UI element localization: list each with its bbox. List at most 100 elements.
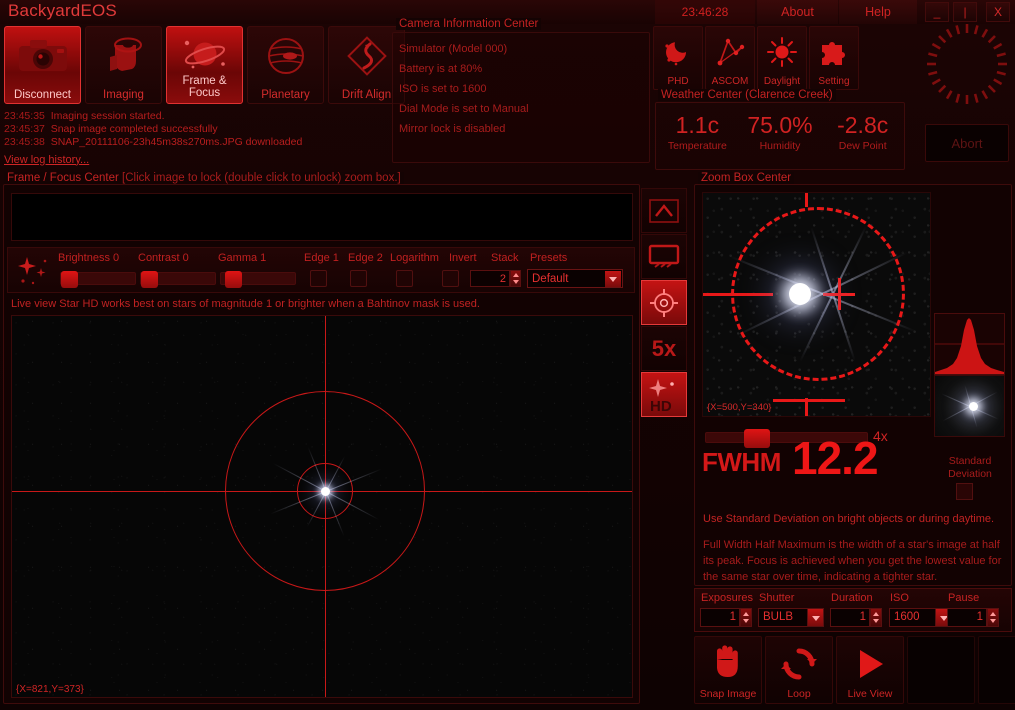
nav-label: Disconnect xyxy=(5,89,80,101)
zoom-box-title: Zoom Box Center xyxy=(698,172,794,184)
tool-ascom[interactable]: ASCOM xyxy=(705,26,755,90)
menu-help[interactable]: Help xyxy=(839,0,917,24)
brightness-slider[interactable] xyxy=(60,272,136,285)
fwhm-value: 12.2 xyxy=(792,431,878,485)
weather-cell-dewpoint: -2.8c Dew Point xyxy=(821,112,904,152)
slider-thumb[interactable] xyxy=(744,429,770,448)
chevron-up-box-icon[interactable] xyxy=(641,188,687,233)
action-label: Live View xyxy=(837,688,903,700)
logarithm-label: Logarithm xyxy=(390,252,439,264)
logarithm-checkbox[interactable] xyxy=(396,270,413,287)
frame-focus-panel: Brightness 0 Contrast 0 Gamma 1 Edge 1 E… xyxy=(3,184,640,704)
edge1-checkbox[interactable] xyxy=(310,270,327,287)
log-entry: 23:45:35 Imaging session started. xyxy=(4,110,384,123)
abort-button[interactable]: Abort xyxy=(925,124,1009,162)
loop-button[interactable]: Loop xyxy=(765,636,833,704)
action-slot-empty-2[interactable] xyxy=(978,636,1015,704)
star-profile-histogram xyxy=(934,313,1005,375)
live-view-preview[interactable]: {X=821,Y=373} xyxy=(11,315,633,698)
app-title: BackyardEOS xyxy=(8,1,117,21)
stack-stepper[interactable] xyxy=(510,270,521,287)
thumb-star xyxy=(969,402,978,411)
nav-planetary[interactable]: Planetary xyxy=(247,26,324,104)
weather-label: Dew Point xyxy=(821,140,904,152)
slider-thumb[interactable] xyxy=(61,271,78,288)
gamma-slider[interactable] xyxy=(220,272,296,285)
log-area: 23:45:35 Imaging session started. 23:45:… xyxy=(4,110,384,168)
puzzle-piece-icon xyxy=(810,32,858,72)
play-triangle-icon xyxy=(837,643,903,685)
std-dev-line2: Deviation xyxy=(948,468,992,480)
zoom-crosshair-top xyxy=(805,193,808,207)
weather-cell-temperature: 1.1c Temperature xyxy=(656,112,739,152)
minimize-button[interactable]: _ xyxy=(925,2,949,22)
chevron-down-icon[interactable] xyxy=(605,271,621,287)
action-label: Loop xyxy=(766,688,832,700)
jupiter-icon xyxy=(248,33,323,79)
nav-disconnect[interactable]: Disconnect xyxy=(4,26,81,104)
stack-input[interactable]: 2 xyxy=(470,270,510,287)
duration-input[interactable]: 1 xyxy=(830,608,870,627)
log-text: Snap image completed successfully xyxy=(51,123,218,135)
star-hd-icon[interactable]: HD xyxy=(641,372,687,417)
loop-arrows-icon xyxy=(766,643,832,685)
shutter-label: Shutter xyxy=(759,592,794,604)
camera-info-line: Dial Mode is set to Manual xyxy=(399,99,645,119)
tool-daylight[interactable]: Daylight xyxy=(757,26,807,90)
std-dev-line1: Standard xyxy=(949,455,992,467)
tool-label: ASCOM xyxy=(706,76,754,87)
zoom-focus-star xyxy=(789,283,811,305)
screen-icon[interactable] xyxy=(641,234,687,279)
weather-cell-humidity: 75.0% Humidity xyxy=(739,112,822,152)
snap-image-button[interactable]: Snap Image xyxy=(694,636,762,704)
invert-label: Invert xyxy=(449,252,477,264)
edge2-checkbox[interactable] xyxy=(350,270,367,287)
camera-info-title: Camera Information Center xyxy=(396,18,541,30)
nav-frame-focus[interactable]: Frame & Focus xyxy=(166,26,243,104)
view-log-history-link[interactable]: View log history... xyxy=(4,154,89,166)
close-button[interactable]: X xyxy=(986,2,1010,22)
clock: 23:46:28 xyxy=(655,0,755,24)
maximize-button[interactable]: | xyxy=(953,2,977,22)
tool-phd[interactable]: PHD xyxy=(653,26,703,90)
five-x-icon[interactable]: 5x xyxy=(641,326,687,371)
zoom-box-image[interactable]: {X=500,Y=340} xyxy=(702,192,931,417)
camera-info-panel: Simulator (Model 000) Battery is at 80% … xyxy=(392,32,650,163)
slider-thumb[interactable] xyxy=(141,271,158,288)
exposures-stepper[interactable] xyxy=(740,608,752,627)
target-reticle-icon[interactable] xyxy=(641,280,687,325)
tool-setting[interactable]: Setting xyxy=(809,26,859,90)
presets-dropdown[interactable]: Default xyxy=(527,269,623,288)
weather-value: 1.1c xyxy=(656,112,739,138)
nav-label: Planetary xyxy=(248,89,323,101)
nav-imaging[interactable]: Imaging xyxy=(85,26,162,104)
five-x-label: 5x xyxy=(652,336,676,362)
weather-label: Temperature xyxy=(656,140,739,152)
standard-deviation-checkbox[interactable] xyxy=(956,483,973,500)
progress-dial xyxy=(925,22,1009,106)
contrast-slider[interactable] xyxy=(140,272,216,285)
action-slot-empty-1[interactable] xyxy=(907,636,975,704)
nav-label-line1: Frame & xyxy=(182,75,226,87)
exposures-input[interactable]: 1 xyxy=(700,608,740,627)
duration-stepper[interactable] xyxy=(870,608,882,627)
camera-info-line: Battery is at 80% xyxy=(399,59,645,79)
live-view-button[interactable]: Live View xyxy=(836,636,904,704)
slider-thumb[interactable] xyxy=(225,271,242,288)
frame-focus-strip xyxy=(11,193,633,241)
tool-label: Setting xyxy=(810,76,858,87)
action-label: Snap Image xyxy=(695,688,761,700)
presets-value: Default xyxy=(532,273,568,285)
shutter-dropdown-arrow[interactable] xyxy=(807,608,824,627)
invert-checkbox[interactable] xyxy=(442,270,459,287)
std-dev-help-text: Use Standard Deviation on bright objects… xyxy=(703,513,994,525)
sun-icon xyxy=(758,32,806,72)
weather-value: -2.8c xyxy=(821,112,904,138)
nav-label: Imaging xyxy=(86,89,161,101)
pause-stepper[interactable] xyxy=(987,608,999,627)
menu-about[interactable]: About xyxy=(757,0,838,24)
pause-input[interactable]: 1 xyxy=(947,608,987,627)
zoom-box-panel: {X=500,Y=340} 4x Standard Deviation FWHM… xyxy=(694,184,1012,586)
main-nav: Disconnect Imaging xyxy=(4,26,405,104)
fwhm-label: FWHM xyxy=(702,447,781,478)
